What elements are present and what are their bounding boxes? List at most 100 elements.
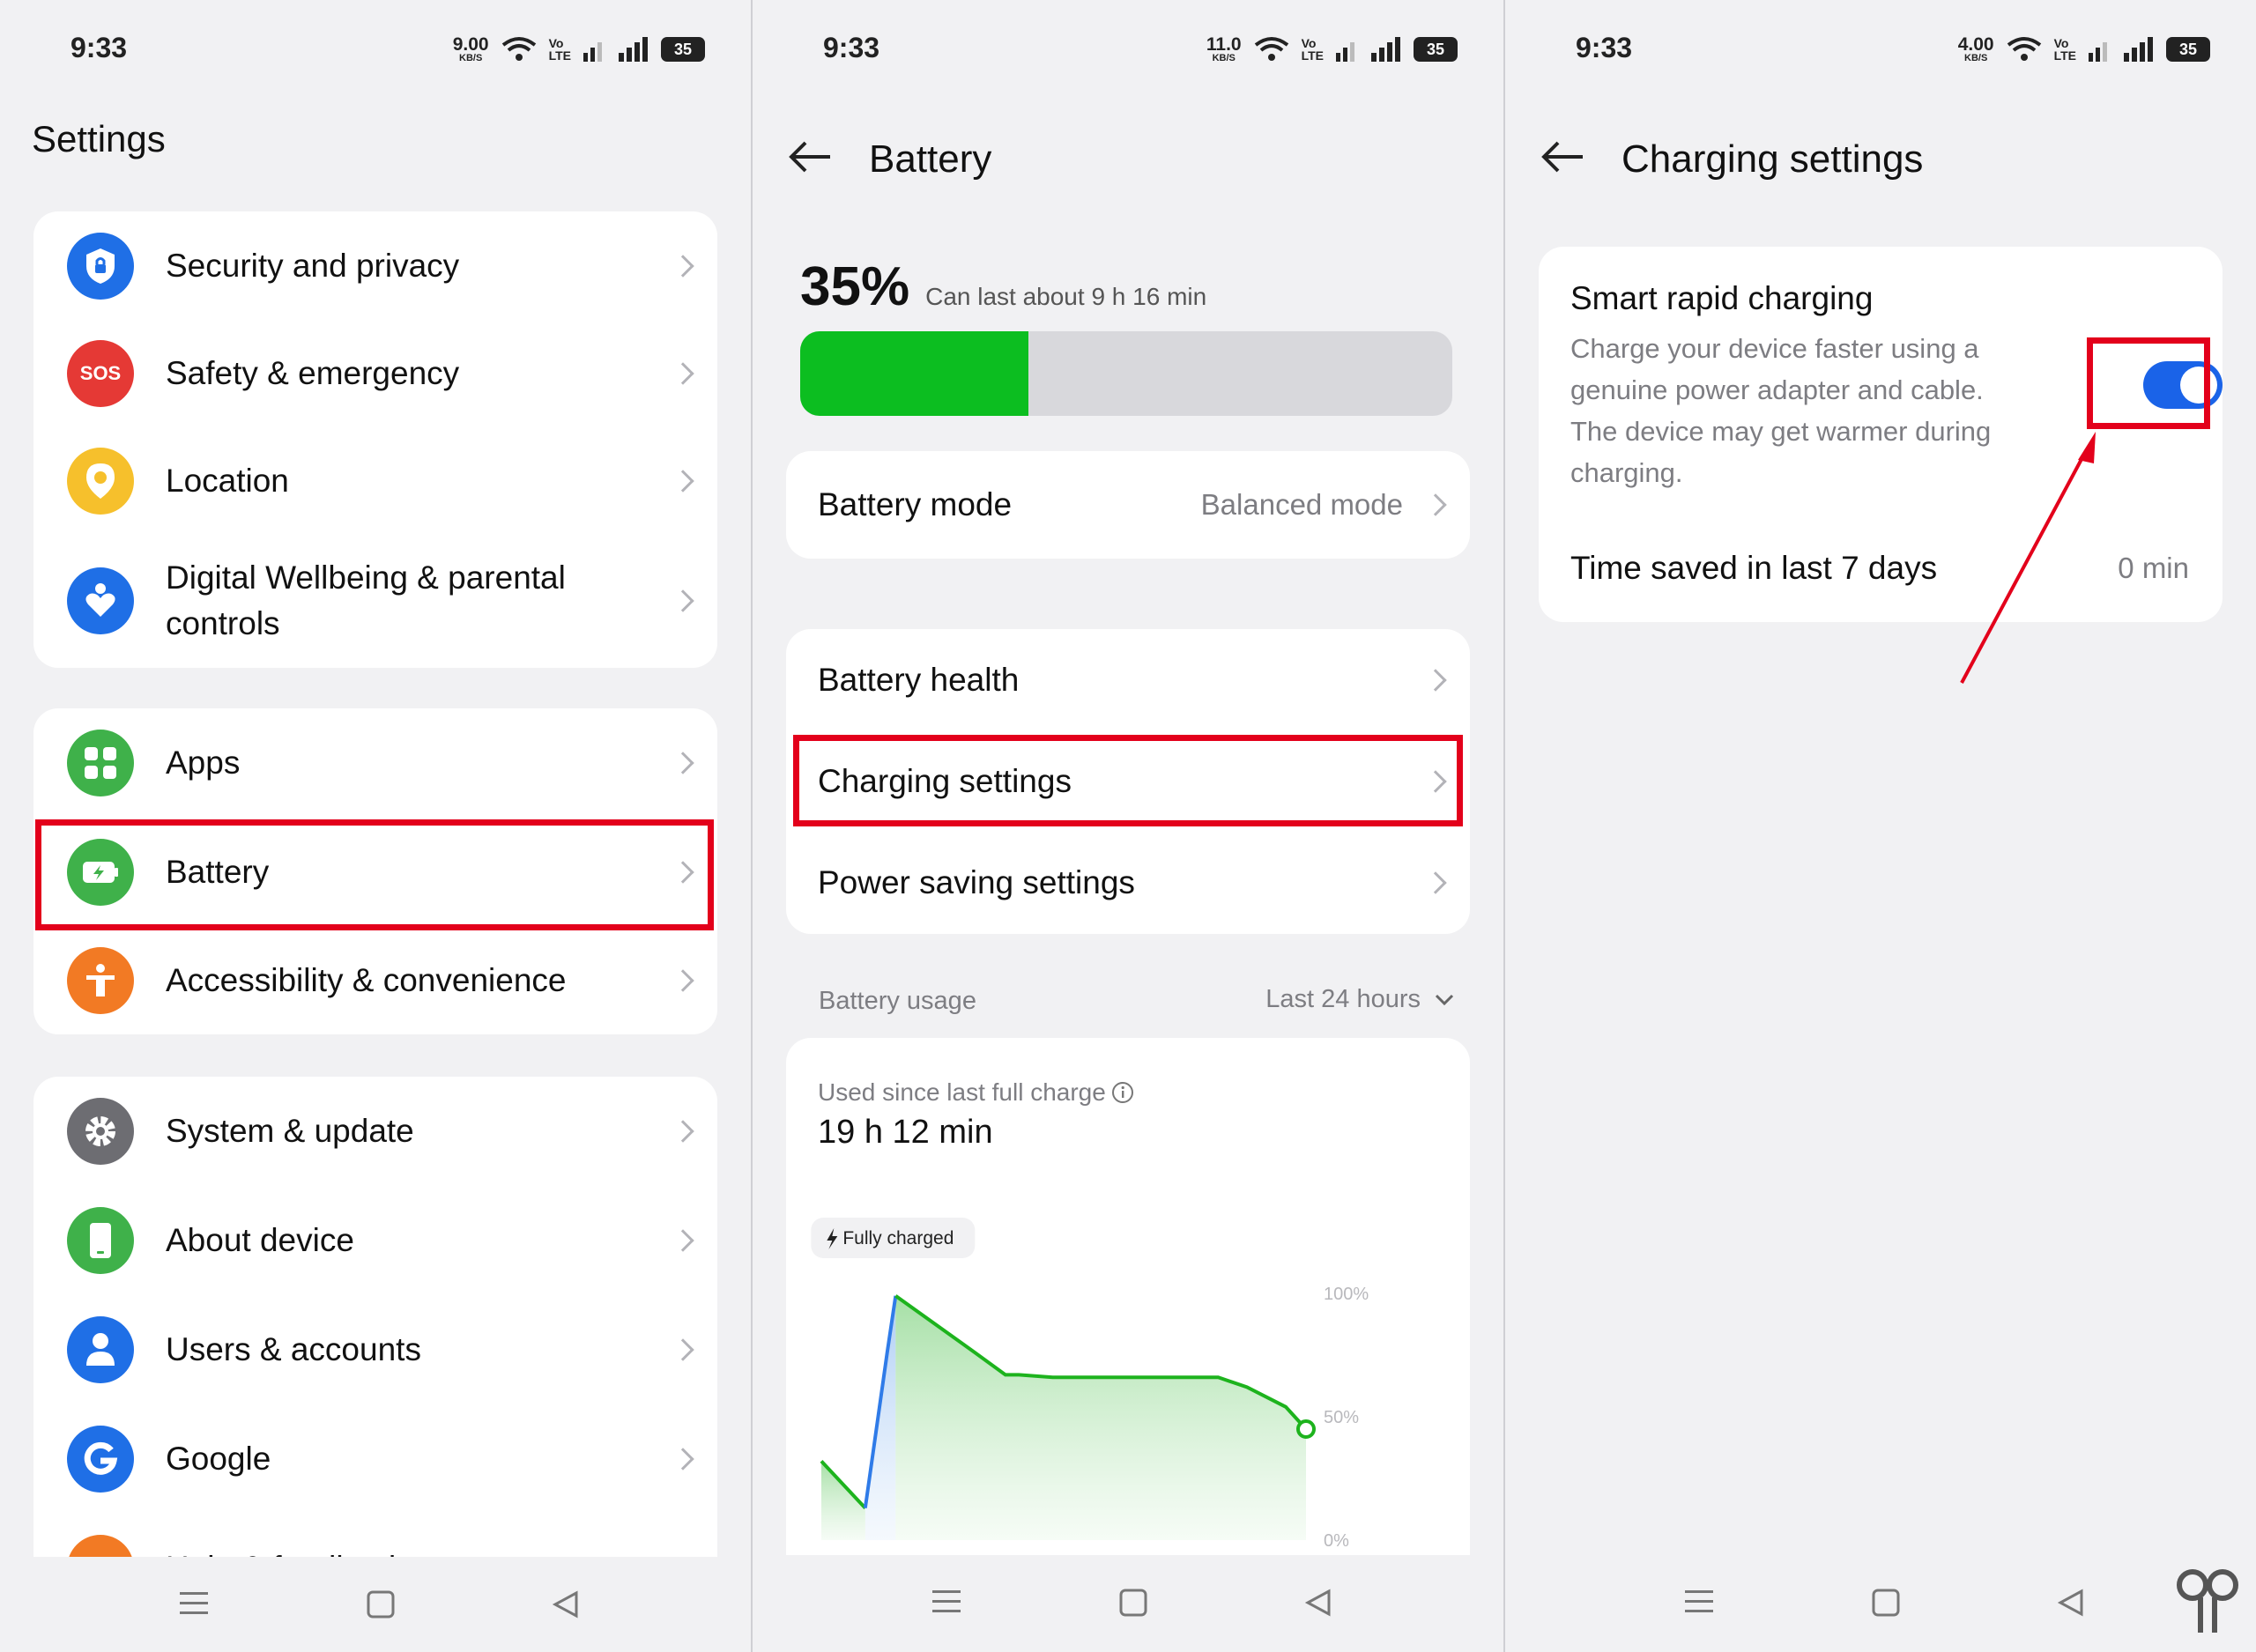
signal-icon bbox=[619, 37, 648, 62]
settings-item-google[interactable]: Google bbox=[33, 1404, 717, 1514]
settings-item-label: controls bbox=[166, 605, 280, 641]
page-title: Settings bbox=[32, 118, 166, 159]
smart-rapid-charging-title: Smart rapid charging bbox=[1570, 280, 1874, 316]
chevron-right-icon bbox=[1424, 493, 1447, 516]
fully-charged-label: Fully charged bbox=[842, 1228, 954, 1248]
status-time: 9:33 bbox=[1576, 32, 1633, 63]
wifi-icon bbox=[501, 37, 536, 61]
wellbeing-heart-icon bbox=[67, 567, 134, 634]
signal-icon bbox=[1371, 37, 1400, 62]
battery-usage-label: Battery usage bbox=[819, 987, 976, 1015]
battery-status-icon: 35 bbox=[661, 37, 705, 62]
status-time: 9:33 bbox=[823, 32, 880, 63]
volte-icon: Vo LTE bbox=[1301, 36, 1324, 63]
phone-icon bbox=[67, 1207, 134, 1274]
navigation-bar bbox=[753, 1555, 1503, 1652]
battery-percent: 35% bbox=[800, 256, 910, 317]
usage-duration: 19 h 12 min bbox=[818, 1114, 993, 1151]
network-speed: 4.00 KB/S bbox=[1957, 34, 1994, 63]
settings-item-safety[interactable]: SOS Safety & emergency bbox=[33, 321, 717, 426]
chevron-right-icon bbox=[1424, 871, 1447, 894]
current-level-point bbox=[1296, 1419, 1316, 1439]
battery-level-fill bbox=[800, 331, 1028, 416]
chevron-right-icon bbox=[672, 362, 694, 385]
network-speed: 9.00 KB/S bbox=[452, 34, 489, 63]
settings-item-users[interactable]: Users & accounts bbox=[33, 1295, 717, 1404]
page-title: Charging settings bbox=[1622, 137, 1924, 181]
battery-level-bar bbox=[800, 331, 1452, 416]
settings-item-security[interactable]: Security and privacy bbox=[33, 211, 717, 321]
back-arrow-icon[interactable] bbox=[1540, 139, 1584, 174]
home-icon[interactable] bbox=[367, 1590, 395, 1619]
chevron-right-icon bbox=[672, 589, 694, 612]
settings-item-about[interactable]: About device bbox=[33, 1186, 717, 1295]
user-icon bbox=[67, 1316, 134, 1383]
sos-icon: SOS bbox=[67, 340, 134, 407]
home-icon[interactable] bbox=[1119, 1589, 1147, 1617]
shield-lock-icon bbox=[67, 233, 134, 300]
volte-icon: Vo LTE bbox=[548, 36, 571, 63]
status-bar: 9:33 11.0 KB/S Vo LTE 35 bbox=[753, 0, 1503, 101]
annotation-arrow bbox=[1960, 432, 2096, 684]
menu-icon[interactable] bbox=[180, 1590, 208, 1617]
power-saving-item[interactable]: Power saving settings bbox=[786, 832, 1470, 934]
back-arrow-icon[interactable] bbox=[788, 139, 832, 174]
discharge-area bbox=[895, 1295, 1306, 1540]
page-title: Battery bbox=[869, 137, 992, 181]
battery-screen: 9:33 11.0 KB/S Vo LTE 35 Battery 35% Can … bbox=[753, 0, 1503, 1652]
network-speed: 11.0 KB/S bbox=[1206, 34, 1242, 63]
chevron-right-icon bbox=[672, 1338, 694, 1361]
battery-status-icon: 35 bbox=[1414, 37, 1458, 62]
settings-item-location[interactable]: Location bbox=[33, 426, 717, 536]
signal-icon bbox=[2124, 37, 2153, 62]
usage-since-label: Used since last full charge bbox=[818, 1078, 1106, 1106]
signal-icon bbox=[583, 42, 602, 62]
y-tick-label: 100% bbox=[1324, 1285, 1369, 1304]
back-icon[interactable] bbox=[552, 1590, 580, 1619]
navigation-bar bbox=[1505, 1555, 2256, 1652]
y-tick-label: 0% bbox=[1324, 1531, 1349, 1551]
chevron-down-icon bbox=[1435, 994, 1454, 1005]
battery-health-item[interactable]: Battery health bbox=[786, 629, 1470, 731]
watermark-logo-icon bbox=[2177, 1569, 2238, 1633]
location-pin-icon bbox=[67, 448, 134, 515]
info-icon[interactable] bbox=[1111, 1081, 1134, 1104]
y-tick-label: 50% bbox=[1324, 1408, 1359, 1427]
battery-status-icon: 35 bbox=[2166, 37, 2210, 62]
settings-item-label: Digital Wellbeing & parental bbox=[166, 559, 566, 596]
battery-mode-item[interactable]: Battery mode Balanced mode bbox=[786, 451, 1470, 559]
settings-item-apps[interactable]: Apps bbox=[33, 708, 717, 818]
menu-icon[interactable] bbox=[932, 1589, 961, 1615]
signal-icon bbox=[2089, 42, 2107, 62]
menu-icon[interactable] bbox=[1685, 1589, 1713, 1615]
wifi-icon bbox=[1254, 37, 1288, 61]
status-bar: 9:33 9.00 KB/S Vo LTE 35 bbox=[0, 0, 751, 101]
status-bar: 9:33 4.00 KB/S Vo LTE 35 bbox=[1505, 0, 2256, 101]
back-icon[interactable] bbox=[2057, 1589, 2085, 1617]
highlight-box bbox=[793, 735, 1463, 826]
chevron-right-icon bbox=[672, 1229, 694, 1252]
battery-mode-card: Battery mode Balanced mode bbox=[786, 451, 1470, 559]
usage-range-select[interactable]: Last 24 hours bbox=[1265, 985, 1454, 1014]
back-icon[interactable] bbox=[1304, 1589, 1332, 1617]
gear-icon bbox=[67, 1098, 134, 1165]
chevron-right-icon bbox=[672, 470, 694, 493]
volte-icon: Vo LTE bbox=[2053, 36, 2076, 63]
settings-item-accessibility[interactable]: Accessibility & convenience bbox=[33, 927, 717, 1034]
highlight-box bbox=[35, 819, 714, 930]
navigation-bar bbox=[0, 1557, 751, 1652]
chevron-right-icon bbox=[1424, 669, 1447, 692]
time-saved-value: 0 min bbox=[2118, 552, 2189, 584]
status-time: 9:33 bbox=[70, 32, 128, 63]
smart-rapid-charging-desc: Charge your device faster using a bbox=[1570, 333, 1979, 364]
battery-estimate: Can last about 9 h 16 min bbox=[925, 283, 1207, 310]
home-icon[interactable] bbox=[1872, 1589, 1900, 1617]
wifi-icon bbox=[2007, 37, 2041, 61]
settings-screen: 9:33 9.00 KB/S Vo LTE 35 Settings Securit… bbox=[0, 0, 751, 1652]
settings-item-system[interactable]: System & update bbox=[33, 1077, 717, 1186]
accessibility-icon bbox=[67, 947, 134, 1014]
settings-item-wellbeing[interactable]: Digital Wellbeing & parental controls bbox=[33, 536, 717, 666]
battery-mode-value: Balanced mode bbox=[1200, 488, 1403, 521]
google-icon bbox=[67, 1426, 134, 1493]
chevron-right-icon bbox=[672, 752, 694, 774]
